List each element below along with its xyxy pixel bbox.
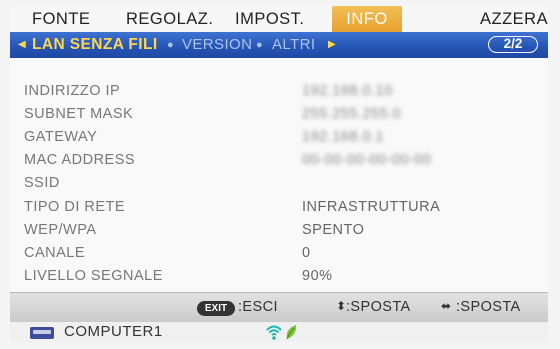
tab-fonte[interactable]: FONTE (32, 6, 90, 32)
separator-dot: ● (167, 39, 174, 51)
sub-tab-bar: ◀ LAN SENZA FILI ● VERSION ● ALTRI ▶ 2/2 (10, 32, 548, 58)
value-signal-level: 90% (302, 268, 333, 284)
tab-regolaz[interactable]: REGOLAZ. (126, 6, 213, 32)
hint-exit: :ESCI (238, 299, 278, 315)
value-network-type: INFRASTRUTTURA (302, 199, 441, 215)
right-arrow-icon[interactable]: ▶ (328, 32, 336, 58)
subtab-lan-senza-fili[interactable]: LAN SENZA FILI (32, 32, 158, 58)
input-source: COMPUTER1 (64, 323, 163, 340)
key-hint-bar: EXIT :ESCI ⬍ :SPOSTA ⬌ :SPOSTA (10, 292, 548, 323)
value-gateway: 192.168.0.1 (302, 129, 385, 145)
label-mac: MAC ADDRESS (24, 152, 136, 168)
leaf-icon (286, 325, 297, 340)
label-subnet: SUBNET MASK (24, 106, 134, 122)
exit-key-icon: EXIT (197, 301, 235, 316)
tab-azzera[interactable]: AZZERA (480, 6, 548, 32)
wifi-icon (266, 325, 282, 340)
info-panel: INDIRIZZO IP 192.168.0.10 SUBNET MASK 25… (10, 58, 548, 292)
label-ip: INDIRIZZO IP (24, 83, 121, 99)
projector-menu: FONTE REGOLAZ. IMPOST. INFO AZZERA ◀ LAN… (10, 6, 548, 342)
value-wep-wpa: SPENTO (302, 222, 365, 238)
subtab-version[interactable]: VERSION (182, 32, 252, 58)
label-network-type: TIPO DI RETE (24, 199, 126, 215)
up-down-arrow-icon: ⬍ (336, 299, 347, 313)
tab-info[interactable]: INFO (332, 6, 402, 32)
monitor-icon (30, 327, 54, 339)
left-arrow-icon[interactable]: ◀ (18, 32, 26, 58)
label-wep-wpa: WEP/WPA (24, 222, 97, 238)
value-mac: 00-00-00-00-00-00 (302, 152, 432, 168)
subtab-altri[interactable]: ALTRI (272, 32, 315, 58)
label-signal-level: LIVELLO SEGNALE (24, 268, 163, 284)
page-indicator: 2/2 (488, 36, 538, 53)
hint-move-horizontal: :SPOSTA (456, 299, 521, 315)
separator-dot: ● (256, 39, 263, 51)
top-tab-bar: FONTE REGOLAZ. IMPOST. INFO AZZERA (10, 6, 548, 32)
hint-move-vertical: :SPOSTA (346, 299, 411, 315)
label-channel: CANALE (24, 245, 86, 261)
label-ssid: SSID (24, 175, 60, 191)
tab-impost[interactable]: IMPOST. (235, 6, 305, 32)
value-subnet: 255.255.255.0 (302, 106, 402, 122)
label-gateway: GATEWAY (24, 129, 98, 145)
left-right-arrow-icon: ⬌ (441, 299, 452, 313)
status-bar: COMPUTER1 (10, 322, 548, 342)
value-channel: 0 (302, 245, 311, 261)
value-ip: 192.168.0.10 (302, 83, 393, 99)
